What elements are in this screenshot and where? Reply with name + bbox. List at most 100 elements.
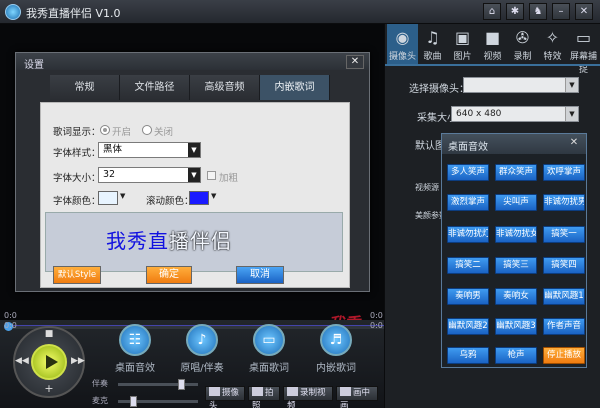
effect-button[interactable]: 激烈掌声 (447, 194, 489, 211)
minimize-icon[interactable]: – (552, 3, 570, 20)
microphone-icon[interactable]: ♪ (186, 324, 218, 356)
monitor-icon[interactable]: ▭ (253, 324, 285, 356)
tab-file-path[interactable]: 文件路径 (120, 75, 190, 100)
effect-button[interactable]: 搞笑二 (447, 257, 489, 274)
original-accompaniment-label[interactable]: 原唱/伴奏 (171, 359, 233, 374)
record-video-button[interactable]: 录制视频 (283, 386, 333, 408)
embedded-lyrics-label[interactable]: 内嵌歌词 (305, 359, 367, 374)
record-icon (287, 387, 298, 396)
settings-dialog: 设置 ✕ 常规 文件路径 高级音频 内嵌歌词 歌词显示： 开启 关闭 字体样式：… (15, 52, 370, 292)
lyrics-settings-body: 歌词显示： 开启 关闭 字体样式： 黑体 ▼ 字体大小： 32 ▼ 加粗 字体颜… (40, 102, 350, 288)
font-style-label: 字体样式： (53, 148, 101, 159)
cancel-button[interactable]: 取消 (236, 266, 284, 284)
effect-button[interactable]: 奏响女 (495, 288, 537, 305)
close-icon[interactable]: ✕ (567, 137, 581, 150)
desktop-lyrics-label[interactable]: 桌面歌词 (238, 359, 300, 374)
previous-icon[interactable]: ◀◀ (15, 356, 29, 366)
effect-button[interactable]: 非诚勿扰男 (543, 194, 585, 211)
font-size-value: 32 (103, 169, 116, 180)
tab-general[interactable]: 常规 (50, 75, 120, 100)
picture-in-picture-button[interactable]: 画中画 (336, 386, 378, 408)
desktop-effects-label[interactable]: 桌面音效 (104, 359, 166, 374)
chevron-down-icon: ▼ (565, 107, 578, 121)
slider-knob[interactable] (178, 379, 185, 390)
close-icon[interactable]: ✕ (575, 3, 593, 20)
mic-slider[interactable] (118, 396, 198, 407)
tab-camera[interactable]: ◉ 摄像头 (387, 24, 418, 64)
effect-button[interactable]: 群众笑声 (495, 164, 537, 181)
tab-embedded-lyrics[interactable]: 内嵌歌词 (260, 75, 330, 100)
tab-label: 视频 (483, 52, 502, 62)
time-end-label: 0:0 (370, 321, 383, 330)
font-color-label: 字体颜色： (53, 196, 101, 207)
effect-button[interactable]: 乌鸦 (447, 347, 489, 364)
tab-pictures[interactable]: ▣ 图片 (447, 24, 478, 64)
chevron-down-icon[interactable]: ▼ (120, 192, 125, 200)
lyrics-display-label: 歌词显示： (53, 127, 101, 138)
accompaniment-label: 伴奏 (92, 379, 108, 388)
slider-knob[interactable] (130, 396, 137, 407)
scroll-color-label: 滚动颜色： (146, 196, 194, 207)
effect-button[interactable]: 搞笑四 (543, 257, 585, 274)
effect-button[interactable]: 枪声 (495, 347, 537, 364)
scroll-color-swatch[interactable] (189, 191, 209, 205)
tab-advanced-audio[interactable]: 高级音频 (190, 75, 260, 100)
lyrics-icon[interactable]: ♬ (320, 324, 352, 356)
accompaniment-slider[interactable] (118, 379, 198, 390)
shirt-icon[interactable]: ♞ (529, 3, 547, 20)
lyrics-off-radio[interactable] (142, 125, 152, 135)
next-icon[interactable]: ▶▶ (71, 356, 85, 366)
effects-panel-title: 桌面音效 (442, 134, 586, 154)
camera-select[interactable]: ▼ (463, 77, 579, 93)
effect-button[interactable]: 奏响男 (447, 288, 489, 305)
camera-shortcut-button[interactable]: 摄像头 (205, 386, 245, 408)
ok-button[interactable]: 确定 (146, 266, 192, 284)
add-icon[interactable]: + (43, 382, 55, 395)
tab-record[interactable]: ✇ 录制 (507, 24, 538, 64)
font-style-select[interactable]: 黑体 ▼ (98, 142, 201, 158)
bold-label: 加粗 (219, 173, 239, 184)
effect-button[interactable]: 多人笑声 (447, 164, 489, 181)
effect-button[interactable]: 非诚勿扰灯 (447, 226, 489, 243)
capture-size-select[interactable]: 640 x 480 ▼ (451, 106, 579, 122)
screen-icon: ▭ (575, 28, 592, 47)
effect-button[interactable]: 尖叫声 (495, 194, 537, 211)
tab-divider (385, 64, 600, 66)
stop-icon[interactable]: ■ (43, 329, 55, 339)
chevron-down-icon: ▼ (565, 78, 578, 92)
font-color-swatch[interactable] (98, 191, 118, 205)
tab-songs[interactable]: ♫ 歌曲 (417, 24, 448, 64)
font-size-select[interactable]: 32 ▼ (98, 167, 201, 183)
effect-button[interactable]: 搞笑三 (495, 257, 537, 274)
lyrics-on-radio[interactable] (100, 125, 110, 135)
effect-button[interactable]: 作者声音 (543, 318, 585, 335)
default-style-button[interactable]: 默认Style (53, 266, 101, 284)
chevron-down-icon[interactable]: ▼ (211, 192, 216, 200)
effect-button[interactable]: 幽默风趣2 (447, 318, 489, 335)
tab-effects[interactable]: ✧ 特效 (537, 24, 568, 64)
effect-button[interactable]: 欢呼掌声 (543, 164, 585, 181)
tab-label: 图片 (453, 52, 472, 62)
music-icon: ♫ (425, 28, 440, 47)
play-button[interactable] (31, 344, 67, 380)
video-icon: ■ (484, 28, 501, 47)
effect-button[interactable]: 幽默风趣1 (543, 288, 585, 305)
preview-text: 我秀直播伴侣 (106, 225, 232, 254)
close-icon[interactable]: ✕ (346, 55, 364, 69)
snapshot-button[interactable]: 拍照 (248, 386, 280, 408)
effect-button[interactable]: 幽默风趣3 (495, 318, 537, 335)
tab-label: 特效 (543, 52, 562, 62)
font-style-value: 黑体 (103, 144, 123, 155)
equalizer-icon[interactable]: ☷ (119, 324, 151, 356)
stop-playback-button[interactable]: 停止播放 (543, 347, 585, 364)
tab-screen-capture[interactable]: ▭ 屏幕捕捉 (567, 24, 600, 75)
gear-icon[interactable]: ✱ (506, 3, 524, 20)
bold-checkbox[interactable] (207, 171, 216, 180)
tab-video[interactable]: ■ 视频 (477, 24, 508, 64)
effect-button[interactable]: 搞笑一 (543, 226, 585, 243)
home-icon[interactable]: ⌂ (483, 3, 501, 20)
camera-icon: ◉ (395, 28, 410, 47)
tab-label: 歌曲 (423, 52, 442, 62)
effect-button[interactable]: 非诚勿扰女 (495, 226, 537, 243)
chevron-down-icon: ▼ (188, 143, 200, 157)
